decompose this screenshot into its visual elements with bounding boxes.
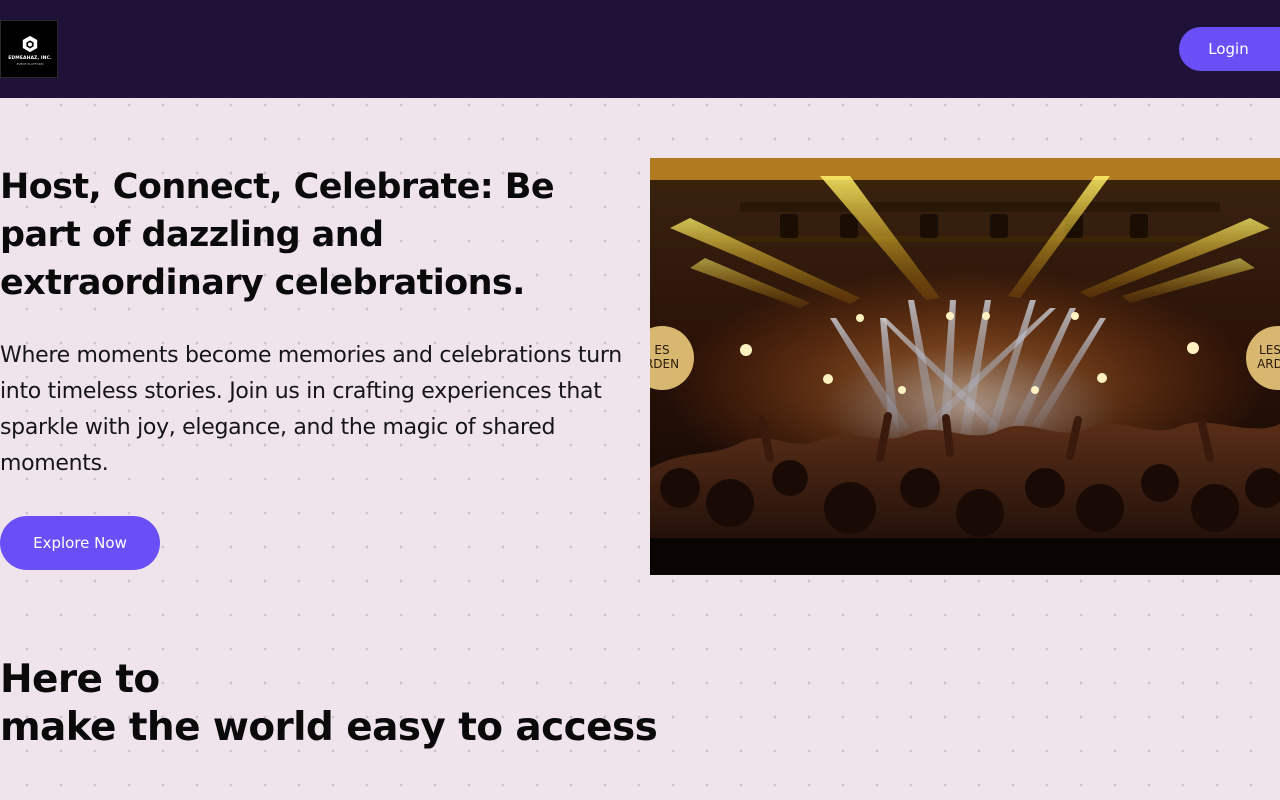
hero-title: Host, Connect, Celebrate: Be part of daz… bbox=[0, 167, 555, 303]
section-title-line-2: make the world easy to access bbox=[0, 705, 658, 750]
concert-illustration: ES RDEN LES ARD bbox=[650, 158, 1280, 575]
login-button[interactable]: Login bbox=[1179, 27, 1280, 71]
hero-description: Where moments become memories and celebr… bbox=[0, 343, 622, 476]
svg-text:ES: ES bbox=[654, 343, 669, 357]
top-navbar: EDMEAHAZ, INC. EVENT PLATFORM Login bbox=[0, 0, 1280, 98]
brand-logo[interactable]: EDMEAHAZ, INC. EVENT PLATFORM bbox=[0, 20, 58, 78]
svg-text:LES: LES bbox=[1259, 343, 1280, 357]
section-title: Here to make the world easy to access bbox=[0, 656, 658, 752]
section-title-line-1: Here to bbox=[0, 657, 160, 702]
logo-tagline: EVENT PLATFORM bbox=[16, 62, 44, 66]
logo-brand-name: EDMEAHAZ, INC. bbox=[8, 56, 52, 61]
hexagon-logo-icon bbox=[22, 35, 38, 53]
hero-concert-image: ES RDEN LES ARD bbox=[650, 158, 1280, 575]
explore-now-button[interactable]: Explore Now bbox=[0, 516, 160, 570]
